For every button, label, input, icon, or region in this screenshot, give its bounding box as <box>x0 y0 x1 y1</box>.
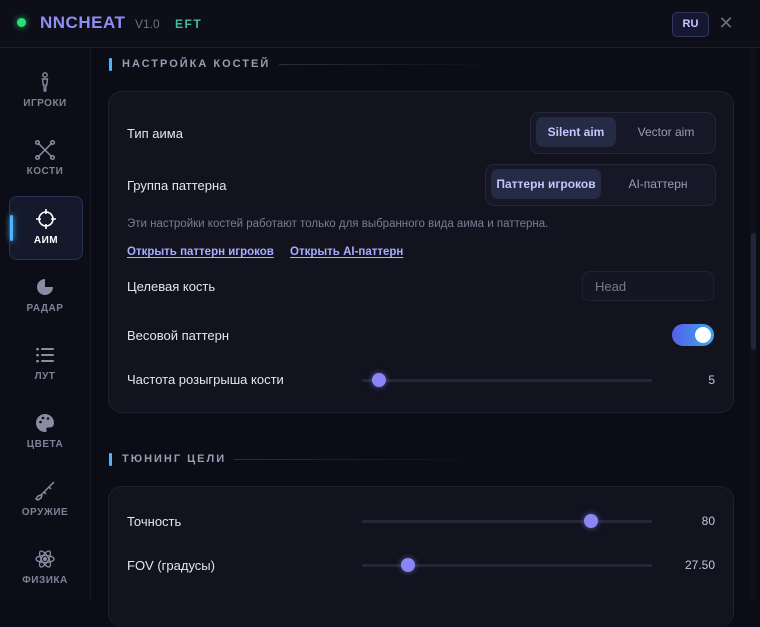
section-divider <box>279 64 499 65</box>
pattern-group-label: Группа паттерна <box>127 178 227 193</box>
bones-hint-text: Эти настройки костей работают только для… <box>127 218 549 230</box>
fov-label: FOV (градусы) <box>127 558 215 573</box>
bone-roll-rate-track[interactable] <box>362 373 652 387</box>
game-tag: EFT <box>175 17 203 31</box>
pattern-group-option-players[interactable]: Паттерн игроков <box>491 169 601 199</box>
sidebar-item-label: ЦВЕТА <box>26 439 64 450</box>
accuracy-thumb[interactable] <box>584 514 599 528</box>
sidebar-item-label: ФИЗИКА <box>22 575 68 586</box>
section-title: ТЮНИНГ ЦЕЛИ <box>122 453 227 465</box>
list-icon <box>36 348 54 363</box>
target-bone-label: Целевая кость <box>127 279 216 294</box>
app-version: V1.0 <box>135 17 160 31</box>
title-bar: NNCHEAT V1.0 EFT RU ✕ <box>0 0 760 48</box>
toggle-knob <box>695 327 711 343</box>
crosshair-icon <box>36 209 56 229</box>
section-header-tuning: ТЮНИНГ ЦЕЛИ <box>109 452 509 468</box>
sidebar-item-aim[interactable]: АИМ <box>9 196 83 260</box>
sidebar-item-colors[interactable]: ЦВЕТА <box>9 401 81 463</box>
sidebar-item-label: РАДАР <box>26 303 64 314</box>
active-indicator <box>10 215 13 241</box>
sidebar-item-loot[interactable]: ЛУТ <box>9 333 81 395</box>
app-title: NNCHEAT <box>40 13 126 32</box>
accuracy-value: 80 <box>701 514 715 528</box>
language-button[interactable]: RU <box>672 12 709 37</box>
bone-roll-rate-value: 5 <box>708 373 715 387</box>
section-marker <box>109 453 112 466</box>
sidebar-item-label: ОРУЖИЕ <box>21 507 69 518</box>
scrollbar-thumb[interactable] <box>751 233 756 350</box>
sidebar-item-players[interactable]: ИГРОКИ <box>9 60 81 122</box>
open-players-pattern-link[interactable]: Открыть паттерн игроков <box>127 246 274 258</box>
fov-value: 27.50 <box>684 558 715 572</box>
person-icon <box>41 72 49 92</box>
section-title: НАСТРОЙКА КОСТЕЙ <box>122 58 271 70</box>
atom-icon <box>35 550 55 568</box>
target-bone-select[interactable]: Head <box>582 271 714 301</box>
bone-roll-rate-label: Частота розыгрыша кости <box>127 372 284 387</box>
pattern-group-segmented: Паттерн игроков AI-паттерн <box>485 164 716 206</box>
rifle-icon <box>34 481 55 501</box>
bone-roll-rate-thumb[interactable] <box>372 373 387 387</box>
radar-icon <box>37 279 53 295</box>
aim-type-label: Тип аима <box>127 126 183 141</box>
sidebar-item-physics[interactable]: ФИЗИКА <box>9 537 81 599</box>
aim-type-option-silent[interactable]: Silent aim <box>536 117 616 147</box>
target-tuning-card: Точность 80 FOV (градусы) 27.50 <box>108 486 734 627</box>
sidebar-item-label: КОСТИ <box>26 166 64 177</box>
pattern-group-option-ai[interactable]: AI-паттерн <box>608 169 708 199</box>
fov-track[interactable] <box>362 558 652 572</box>
section-divider <box>234 459 494 460</box>
sidebar: ИГРОКИ КОСТИ АИМ РАДАР ЛУТ ЦВЕТА ОРУЖИЕ … <box>0 48 91 600</box>
aim-type-segmented: Silent aim Vector aim <box>530 112 716 154</box>
bones-settings-card: Тип аима Silent aim Vector aim Группа па… <box>108 91 734 413</box>
sidebar-item-label: ЛУТ <box>34 371 56 382</box>
status-dot <box>17 18 26 27</box>
sidebar-item-weapons[interactable]: ОРУЖИЕ <box>9 469 81 531</box>
close-icon[interactable]: ✕ <box>716 13 736 33</box>
palette-icon <box>36 414 55 432</box>
sidebar-item-radar[interactable]: РАДАР <box>9 265 81 327</box>
section-header-bones: НАСТРОЙКА КОСТЕЙ <box>109 57 509 73</box>
sidebar-item-bones[interactable]: КОСТИ <box>9 128 81 190</box>
section-marker <box>109 58 112 71</box>
fov-thumb[interactable] <box>401 558 416 572</box>
weighted-pattern-toggle[interactable] <box>672 324 714 346</box>
accuracy-label: Точность <box>127 514 182 529</box>
sidebar-item-label: АИМ <box>33 235 59 246</box>
sidebar-item-label: ИГРОКИ <box>23 98 67 109</box>
bones-icon <box>34 139 56 161</box>
aim-type-option-vector[interactable]: Vector aim <box>623 117 709 147</box>
accuracy-track[interactable] <box>362 514 652 528</box>
open-ai-pattern-link[interactable]: Открыть AI-паттерн <box>290 246 403 258</box>
weighted-pattern-label: Весовой паттерн <box>127 328 230 343</box>
